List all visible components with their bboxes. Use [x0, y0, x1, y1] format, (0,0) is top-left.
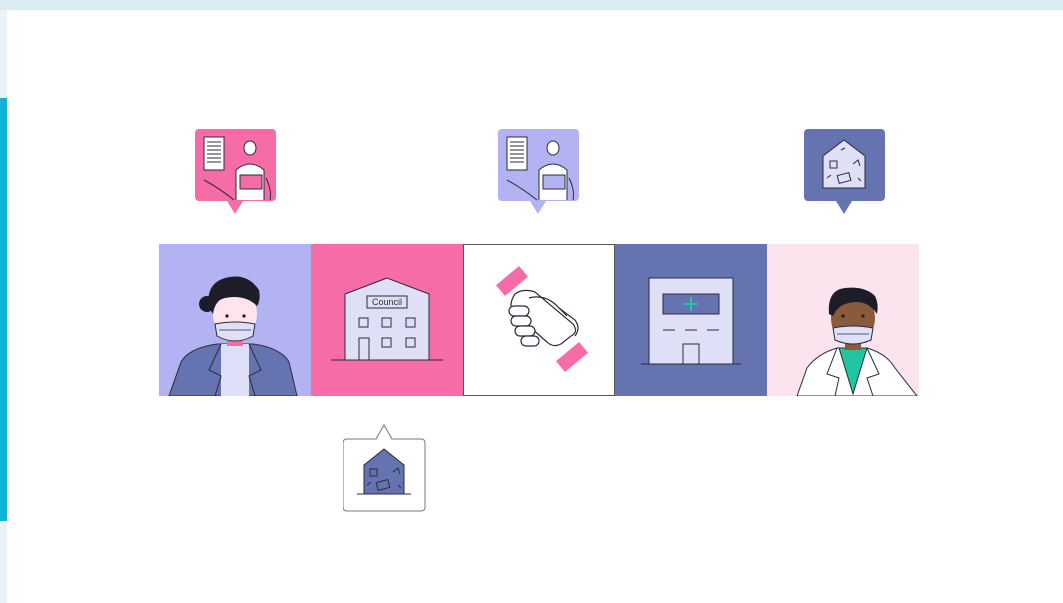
illustration-canvas: Council	[7, 10, 1063, 603]
clinic-building-icon	[641, 277, 741, 365]
council-sign-text: Council	[372, 297, 402, 307]
tile-clinic	[615, 244, 767, 396]
speech-bubble-house-navy	[803, 128, 887, 218]
person-mask-icon	[168, 276, 298, 396]
left-accent-bar	[0, 98, 7, 521]
speech-bubble-documents-pink	[194, 128, 278, 218]
damaged-house-icon	[804, 129, 885, 214]
tile-person	[159, 244, 311, 396]
document-person-icon	[498, 129, 579, 214]
speech-bubble-house-outline	[343, 422, 427, 514]
speech-bubble-documents-lavender	[497, 128, 581, 218]
damaged-house-icon	[343, 423, 426, 512]
tile-doctor	[767, 244, 919, 396]
handshake-icon	[496, 265, 588, 373]
doctor-mask-icon	[796, 287, 918, 396]
tile-handshake	[463, 244, 615, 396]
document-person-icon	[195, 129, 276, 214]
council-building-icon: Council	[331, 277, 443, 361]
left-edge-fade-top	[0, 10, 7, 98]
left-edge-fade-bottom	[0, 521, 7, 603]
tile-council: Council	[311, 244, 463, 396]
